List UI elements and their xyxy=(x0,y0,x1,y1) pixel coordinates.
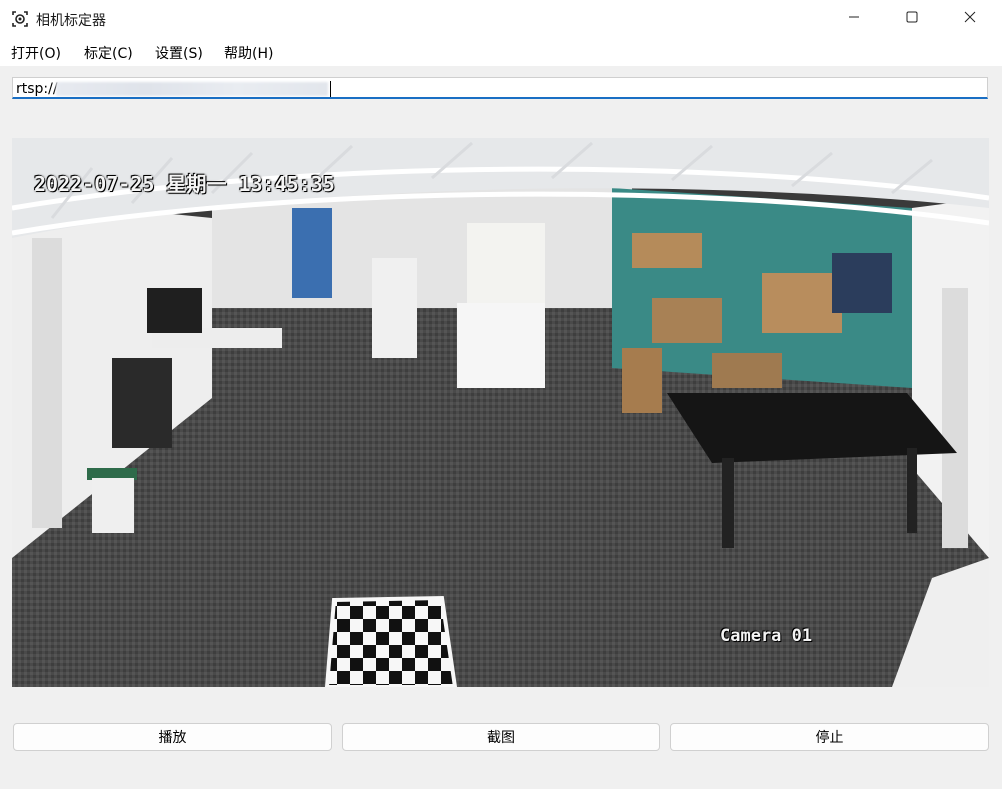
osd-timestamp: 2022-07-25 星期一 13:45:35 xyxy=(34,172,335,196)
osd-camera-label: Camera 01 xyxy=(720,626,813,646)
title-bar[interactable]: 相机标定器 xyxy=(0,0,1002,38)
maximize-icon xyxy=(906,11,918,27)
capture-button[interactable]: 截图 xyxy=(342,723,660,751)
play-button[interactable]: 播放 xyxy=(13,723,332,751)
camera-feed-image xyxy=(12,138,989,687)
menu-settings[interactable]: 设置(S) xyxy=(155,43,203,63)
camera-icon xyxy=(11,10,29,28)
stop-button[interactable]: 停止 xyxy=(670,723,989,751)
menu-calibrate[interactable]: 标定(C) xyxy=(84,43,133,63)
menu-help[interactable]: 帮助(H) xyxy=(224,43,273,63)
text-caret xyxy=(329,81,331,97)
video-preview[interactable]: 2022-07-25 星期一 13:45:35 Camera 01 xyxy=(12,138,989,687)
redacted-url-region xyxy=(55,82,328,96)
minimize-icon xyxy=(848,11,860,27)
url-text: rtsp:// xyxy=(16,81,58,97)
close-icon xyxy=(964,11,976,27)
minimize-button[interactable] xyxy=(831,0,877,38)
stream-url-input[interactable]: rtsp:// xyxy=(12,77,988,99)
menu-bar: 打开(O) 标定(C) 设置(S) 帮助(H) xyxy=(0,38,1002,66)
maximize-button[interactable] xyxy=(889,0,935,38)
close-button[interactable] xyxy=(947,0,993,38)
window-title: 相机标定器 xyxy=(36,13,106,29)
menu-open[interactable]: 打开(O) xyxy=(11,43,61,63)
app-window: 相机标定器 打开(O) 标定(C) 设置(S) 帮助(H) rtsp:// 20… xyxy=(0,0,1002,789)
